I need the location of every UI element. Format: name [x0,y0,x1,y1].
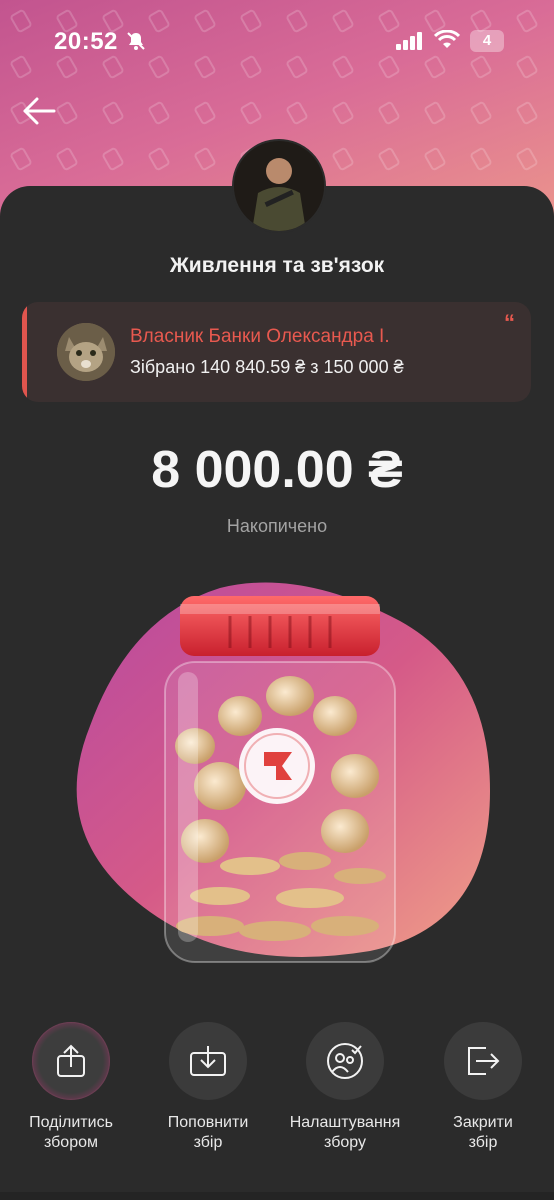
accumulated-label: Накопичено [226,516,328,536]
jar-illustration [76,582,491,963]
top-up-button[interactable] [169,1022,247,1100]
jar-title: Живлення та зв'язок [169,254,385,277]
status-time: 20:52 [54,28,118,55]
close-jar-label-line2: збір [468,1134,498,1151]
top-up-icon [190,1046,226,1076]
close-jar-action[interactable]: Закрити збір [413,1022,553,1153]
quote-icon: “ [504,310,515,335]
owner-card-accent-bar [22,302,27,402]
top-up-label-line2: збір [193,1134,223,1151]
close-jar-button[interactable] [444,1022,522,1100]
share-button[interactable] [32,1022,110,1100]
jar-settings-label-line2: збору [324,1134,366,1151]
close-jar-icon [468,1047,500,1075]
owner-card[interactable]: Власник Банки Олександра І. Зібрано 140 … [22,302,531,402]
top-up-label-line1: Поповнити [167,1114,249,1131]
wifi-icon [434,30,460,48]
battery-level: 4 [482,32,492,49]
close-jar-label-line1: Закрити [453,1114,513,1131]
owner-name: Власник Банки Олександра І. [130,326,390,347]
jar-owner-avatar [232,139,326,233]
jar-settings-label: Налаштування збору [275,1113,415,1153]
battery-indicator: 4 [470,30,504,52]
top-up-jar-action[interactable]: Поповнити збір [138,1022,278,1153]
arrow-left-icon[interactable] [22,96,56,126]
top-up-label: Поповнити збір [138,1113,278,1153]
collected-text: Зібрано 140 840.59 ₴ з 150 000 ₴ [130,357,404,377]
jar-settings-button[interactable] [306,1022,384,1100]
action-bar: Поділитись збором Поповнити збір Налашту… [0,1022,554,1162]
accumulated-amount: 8 000.00 ₴ [151,441,403,499]
cat-image [57,323,115,381]
share-label-line1: Поділитись [29,1114,113,1131]
settings-group-icon [327,1043,363,1079]
owner-avatar [57,323,115,381]
share-icon [57,1044,85,1077]
close-jar-label: Закрити збір [413,1113,553,1153]
jar-settings-action[interactable]: Налаштування збору [275,1022,415,1153]
status-bar: 20:52 4 [0,0,554,80]
bell-muted-icon [127,32,145,50]
share-label-line2: збором [43,1134,98,1151]
share-label: Поділитись збором [1,1113,141,1153]
jar-settings-label-line1: Налаштування [289,1114,401,1131]
avatar-image [234,141,324,231]
bottom-edge [0,1192,554,1200]
share-jar-action[interactable]: Поділитись збором [1,1022,141,1153]
cellular-signal-icon [396,32,422,50]
